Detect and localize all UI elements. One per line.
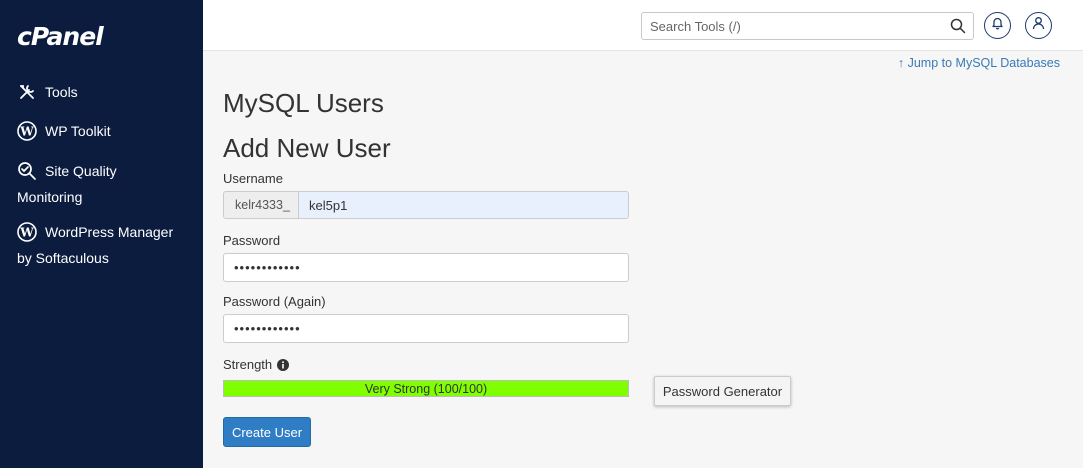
notifications-button[interactable] (984, 12, 1011, 39)
bell-icon (991, 16, 1004, 35)
sidebar-item-label-cont: Monitoring (17, 189, 83, 205)
username-input[interactable] (298, 191, 629, 219)
username-prefix: kelr4333_ (223, 191, 299, 219)
password-again-label: Password (Again) (223, 294, 326, 309)
search-input[interactable] (642, 13, 932, 39)
tools-icon (17, 82, 37, 102)
page-title: MySQL Users (223, 88, 384, 118)
create-user-button[interactable]: Create User (223, 417, 311, 447)
password-again-input[interactable] (223, 314, 629, 343)
cpanel-logo[interactable]: cPanel (17, 22, 104, 51)
jump-to-mysql-databases-link[interactable]: ↑ Jump to MySQL Databases (898, 56, 1060, 70)
top-bar (203, 0, 1083, 51)
info-icon[interactable] (277, 358, 290, 371)
sidebar-item-label: Tools (45, 84, 78, 100)
strength-meter-fill: Very Strong (100/100) (224, 381, 628, 396)
strength-label-row: Strength (223, 357, 290, 372)
arrow-up-icon: ↑ (897, 56, 905, 70)
user-menu-button[interactable] (1025, 12, 1052, 39)
site-quality-icon (17, 161, 37, 181)
password-strength-meter: Very Strong (100/100) (223, 380, 629, 397)
strength-label: Strength (223, 357, 273, 372)
sidebar-item-label: WordPress Manager (45, 224, 174, 240)
wordpress-icon: W (17, 222, 37, 242)
sidebar-item-site-quality-monitoring[interactable]: Site Quality Monitoring (17, 158, 197, 210)
password-input[interactable] (223, 253, 629, 282)
sidebar-item-wordpress-manager[interactable]: W WordPress Manager by Softaculous (17, 219, 197, 271)
strength-text: Very Strong (100/100) (364, 381, 488, 396)
sidebar-item-label: WP Toolkit (45, 123, 111, 139)
sidebar-item-label: Site Quality (45, 163, 117, 179)
section-title: Add New User (223, 133, 391, 163)
sidebar-item-tools[interactable]: Tools (17, 79, 197, 105)
wordpress-icon: W (17, 121, 37, 141)
sidebar: cPanel Tools W WP Toolkit Site Quality M… (0, 0, 203, 468)
search-icon[interactable] (950, 18, 966, 39)
search-box (641, 12, 974, 40)
sidebar-item-wp-toolkit[interactable]: W WP Toolkit (17, 118, 197, 144)
sidebar-item-label-cont: by Softaculous (17, 250, 109, 266)
password-generator-button[interactable]: Password Generator (654, 376, 791, 406)
password-label: Password (223, 233, 281, 248)
username-label: Username (223, 171, 283, 186)
svg-text:W: W (19, 226, 34, 240)
svg-text:W: W (19, 125, 34, 139)
user-icon (1032, 16, 1045, 35)
